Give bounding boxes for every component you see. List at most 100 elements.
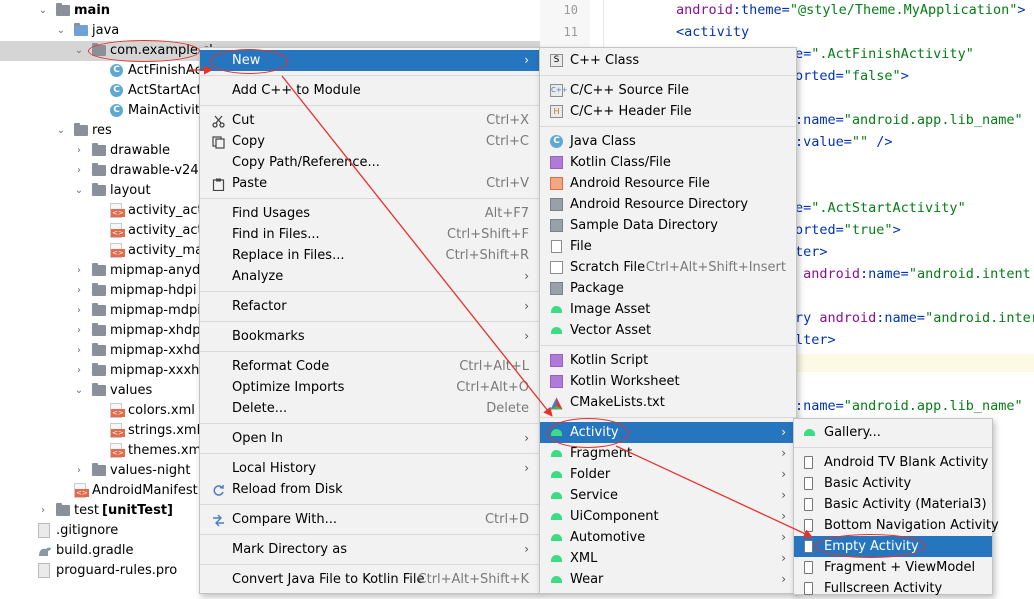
menu-item-android-resource-file[interactable]: Android Resource File: [540, 173, 796, 194]
tree-item-gitignore[interactable]: .gitignore: [0, 521, 200, 541]
menu-item-cut[interactable]: Cut Ctrl+X: [200, 110, 539, 131]
tree-item-mipmap[interactable]: › mipmap-hdpi: [0, 281, 200, 301]
menu-item-gallery[interactable]: Gallery...: [794, 422, 992, 443]
chevron-right-icon[interactable]: ›: [74, 261, 84, 281]
tree-item-values-file[interactable]: strings.xml: [0, 421, 200, 441]
chevron-right-icon[interactable]: ›: [74, 321, 84, 341]
tree-item-mipmap[interactable]: › mipmap-anydp: [0, 261, 209, 281]
tree-item-proguard[interactable]: proguard-rules.pro: [0, 561, 200, 581]
menu-item-kotlin-worksheet[interactable]: Kotlin Worksheet: [540, 371, 796, 392]
menu-item-scratch-file[interactable]: Scratch File Ctrl+Alt+Shift+Insert: [540, 257, 796, 278]
chevron-right-icon: ›: [781, 446, 786, 460]
chevron-right-icon: ›: [524, 299, 529, 313]
menu-item-find-in-files[interactable]: Find in Files... Ctrl+Shift+F: [200, 224, 539, 245]
tree-item-values-night[interactable]: › values-night: [0, 461, 200, 481]
menu-item-bottom-nav-activity[interactable]: Bottom Navigation Activity: [794, 515, 999, 536]
menu-item-tv-blank-activity[interactable]: Android TV Blank Activity: [794, 452, 992, 473]
tree-label: values: [110, 383, 153, 398]
menu-item-delete[interactable]: Delete... Delete: [200, 398, 539, 419]
chevron-down-icon[interactable]: ⌄: [74, 41, 84, 61]
chevron-right-icon[interactable]: ›: [74, 341, 84, 361]
tree-item-mipmap[interactable]: › mipmap-xxxhdp: [0, 361, 216, 381]
menu-item-bookmarks[interactable]: Bookmarks ›: [200, 326, 539, 347]
menu-item-image-asset[interactable]: Image Asset: [540, 299, 796, 320]
android-icon: [550, 532, 563, 542]
chevron-right-icon[interactable]: ›: [38, 501, 48, 521]
menu-item-cpp-source[interactable]: C++ C/C++ Source File: [540, 80, 796, 101]
menu-item-android-resource-dir[interactable]: Android Resource Directory: [540, 194, 796, 215]
tree-item-layout-file[interactable]: activity_act_s: [0, 221, 216, 241]
context-menu: New › Add C++ to Module Cut Ctrl+X Copy Ctr…: [199, 47, 540, 594]
menu-item-compare[interactable]: Compare With... Ctrl+D: [200, 509, 539, 530]
menu-item-mark-directory[interactable]: Mark Directory as ›: [200, 539, 539, 560]
menu-item-cpp-class[interactable]: S C++ Class: [540, 50, 796, 71]
menu-item-cmakelists[interactable]: CMakeLists.txt: [540, 392, 796, 413]
menu-item-vector-asset[interactable]: Vector Asset: [540, 320, 796, 341]
tree-item-test[interactable]: › test [unitTest]: [0, 501, 200, 521]
chevron-right-icon[interactable]: ›: [74, 361, 84, 381]
menu-item-service[interactable]: Service ›: [540, 485, 796, 506]
menu-item-file[interactable]: File: [540, 236, 796, 257]
tree-item-drawable-v24[interactable]: › drawable-v24: [0, 161, 200, 181]
device-icon: [804, 456, 813, 469]
tree-item-res[interactable]: ⌄ res: [0, 121, 200, 141]
tree-item-mipmap[interactable]: › mipmap-xxhdp: [0, 341, 208, 361]
menu-item-package[interactable]: Package: [540, 278, 796, 299]
menu-item-refactor[interactable]: Refactor ›: [200, 296, 539, 317]
menu-item-kotlin-class[interactable]: Kotlin Class/File: [540, 152, 796, 173]
tree-item-actstart[interactable]: C ActStartActiv: [0, 81, 213, 101]
chevron-right-icon[interactable]: ›: [74, 461, 84, 481]
menu-item-uicomponent[interactable]: UiComponent ›: [540, 506, 796, 527]
chevron-down-icon[interactable]: ⌄: [74, 181, 84, 201]
tree-item-mainactivity[interactable]: C MainActivity: [0, 101, 208, 121]
menu-item-find-usages[interactable]: Find Usages Alt+F7: [200, 203, 539, 224]
menu-item-paste[interactable]: Paste Ctrl+V: [200, 173, 539, 194]
tree-item-actfinish[interactable]: C ActFinishActi: [0, 61, 210, 81]
chevron-down-icon[interactable]: ⌄: [38, 1, 48, 21]
tree-item-values[interactable]: ⌄ values: [0, 381, 200, 401]
tree-item-build-gradle[interactable]: build.gradle: [0, 541, 200, 561]
menu-item-automotive[interactable]: Automotive ›: [540, 527, 796, 548]
menu-item-add-cpp[interactable]: Add C++ to Module: [200, 80, 539, 101]
chevron-down-icon[interactable]: ⌄: [56, 121, 66, 141]
menu-item-copy-path[interactable]: Copy Path/Reference...: [200, 152, 539, 173]
chevron-right-icon[interactable]: ›: [74, 281, 84, 301]
tree-item-mipmap[interactable]: › mipmap-mdpi: [0, 301, 201, 321]
menu-item-folder[interactable]: Folder ›: [540, 464, 796, 485]
menu-item-replace-in-files[interactable]: Replace in Files... Ctrl+Shift+R: [200, 245, 539, 266]
tree-item-values-file[interactable]: colors.xml: [0, 401, 200, 421]
menu-item-kotlin-script[interactable]: Kotlin Script: [540, 350, 796, 371]
chevron-right-icon[interactable]: ›: [74, 141, 84, 161]
menu-item-open-in[interactable]: Open In ›: [200, 428, 539, 449]
device-icon: [804, 477, 813, 490]
menu-item-xml[interactable]: XML ›: [540, 548, 796, 569]
chevron-right-icon[interactable]: ›: [74, 161, 84, 181]
tree-item-main[interactable]: ⌄ main: [0, 1, 540, 21]
tree-item-layout[interactable]: ⌄ layout: [0, 181, 200, 201]
menu-item-reformat[interactable]: Reformat Code Ctrl+Alt+L: [200, 356, 539, 377]
menu-item-local-history[interactable]: Local History ›: [200, 458, 539, 479]
menu-item-reload[interactable]: Reload from Disk: [200, 479, 539, 500]
menu-item-fragment-viewmodel[interactable]: Fragment + ViewModel: [794, 557, 992, 578]
tree-item-drawable[interactable]: › drawable: [0, 141, 200, 161]
tree-item-manifest[interactable]: AndroidManifest.x: [0, 481, 210, 501]
menu-item-copy[interactable]: Copy Ctrl+C: [200, 131, 539, 152]
menu-item-basic-activity[interactable]: Basic Activity: [794, 473, 992, 494]
menu-item-basic-activity-m3[interactable]: Basic Activity (Material3): [794, 494, 992, 515]
chevron-down-icon[interactable]: ⌄: [74, 381, 84, 401]
menu-item-analyze[interactable]: Analyze ›: [200, 266, 539, 287]
chevron-down-icon[interactable]: ⌄: [56, 21, 66, 41]
chevron-right-icon[interactable]: ›: [74, 301, 84, 321]
menu-item-optimize-imports[interactable]: Optimize Imports Ctrl+Alt+O: [200, 377, 539, 398]
menu-item-cpp-header[interactable]: H C/C++ Header File: [540, 101, 796, 122]
folder-icon: [550, 198, 563, 211]
tree-item-mipmap[interactable]: › mipmap-xhdpi: [0, 321, 204, 341]
menu-item-fullscreen-activity[interactable]: Fullscreen Activity: [794, 578, 992, 599]
tree-item-layout-file[interactable]: activity_main: [0, 241, 215, 261]
menu-item-java-class[interactable]: C Java Class: [540, 131, 796, 152]
tree-item-layout-file[interactable]: activity_act_f: [0, 201, 214, 221]
menu-item-sample-data[interactable]: Sample Data Directory: [540, 215, 796, 236]
tree-item-java[interactable]: ⌄ java: [0, 21, 540, 41]
tree-item-values-file[interactable]: themes.xml: [0, 441, 205, 461]
tree-label: .gitignore: [56, 523, 119, 538]
